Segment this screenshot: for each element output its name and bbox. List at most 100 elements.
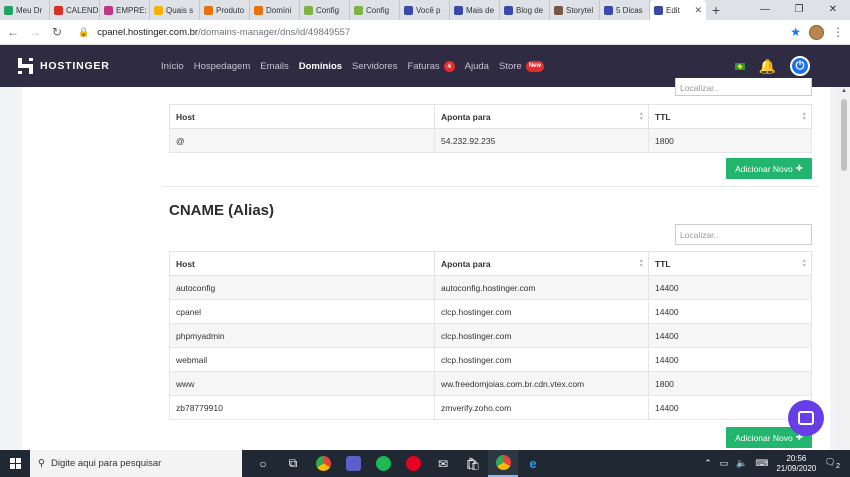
cell-points-to: clcp.hostinger.com <box>434 299 649 324</box>
table-row[interactable]: cpanel clcp.hostinger.com 14400 <box>169 299 812 324</box>
browser-tab[interactable]: Quais s <box>150 0 200 20</box>
table-row[interactable]: zb78779910 zmverify.zoho.com 14400 <box>169 395 812 420</box>
table-header-row: Host Aponta para ▲ ▼ TTL ▲ ▼ <box>169 251 812 276</box>
teams-icon[interactable] <box>338 450 368 477</box>
table-row[interactable]: autoconfig autoconfig.hostinger.com 14400 <box>169 275 812 300</box>
cell-ttl: 14400 <box>648 323 812 348</box>
browser-tab[interactable]: Config <box>300 0 350 20</box>
tray-chevron-icon[interactable]: ⌃ <box>704 458 712 469</box>
browser-tab[interactable]: Blog de <box>500 0 550 20</box>
col-points-to[interactable]: Aponta para ▲ ▼ <box>434 251 649 276</box>
cname-search-input[interactable]: Localizar.. <box>675 224 812 245</box>
menu-kebab-icon[interactable]: ⋮ <box>832 25 844 39</box>
language-icon[interactable]: ⌨ <box>755 458 768 469</box>
internet-explorer-icon[interactable]: e <box>518 450 548 477</box>
tab-label: 5 Dicas <box>616 5 643 15</box>
table-row[interactable]: phpmyadmin clcp.hostinger.com 14400 <box>169 323 812 348</box>
browser-tab[interactable]: Meu Dr <box>0 0 50 20</box>
bell-icon[interactable]: 🔔 <box>759 58 776 75</box>
cell-points-to: autoconfig.hostinger.com <box>434 275 649 300</box>
browser-tab[interactable]: Domíni <box>250 0 300 20</box>
nav-item-dominios[interactable]: Domínios <box>294 61 347 72</box>
browser-tab[interactable]: Produto <box>200 0 250 20</box>
page-scrollbar[interactable]: ▲ <box>838 87 850 450</box>
plus-icon: ✚ <box>795 163 803 173</box>
nav-item-ajuda[interactable]: Ajuda <box>460 61 494 72</box>
chat-button[interactable] <box>788 400 824 436</box>
cell-host: www <box>169 371 435 396</box>
col-host[interactable]: Host <box>169 104 435 129</box>
bookmark-star-icon[interactable]: ★ <box>790 25 801 39</box>
clock-time: 20:56 <box>786 453 807 463</box>
tab-favicon-icon <box>554 5 563 15</box>
col-points-to[interactable]: Aponta para ▲ ▼ <box>434 104 649 129</box>
col-host[interactable]: Host <box>169 251 435 276</box>
cname-section-title: CNAME (Alias) <box>169 202 275 219</box>
tab-favicon-icon <box>104 5 113 15</box>
browser-tab-strip: Meu Dr CALEND EMPRE: Quais s Produto Domíni Co… <box>0 0 850 20</box>
brazil-flag-icon[interactable] <box>734 62 745 70</box>
mail-icon[interactable]: ✉ <box>428 450 458 477</box>
chrome-icon[interactable] <box>308 450 338 477</box>
url-field[interactable]: cpanel.hostinger.com.br/domains-manager/… <box>97 27 782 38</box>
store-icon[interactable]: 🛍 <box>458 450 488 477</box>
nav-item-faturas[interactable]: Faturas 4 <box>402 60 459 72</box>
nav-item-inicio[interactable]: Início <box>156 61 189 72</box>
browser-tab[interactable]: Config <box>350 0 400 20</box>
table-row[interactable]: www ww.freedomjoias.com.br.cdn.vtex.com 18… <box>169 371 812 396</box>
col-ttl[interactable]: TTL ▲ ▼ <box>648 104 812 129</box>
volume-icon[interactable]: 🔈 <box>736 458 747 469</box>
table-row[interactable]: webmail clcp.hostinger.com 14400 <box>169 347 812 372</box>
browser-tab[interactable]: Você p <box>400 0 450 20</box>
taskbar-search[interactable]: ⚲ Digite aqui para pesquisar <box>30 450 242 477</box>
tab-label: Config <box>366 5 390 15</box>
window-controls: — ❐ ✕ <box>748 0 850 20</box>
close-tab-icon[interactable]: ✕ <box>694 5 702 16</box>
browser-tab[interactable]: Mais de <box>450 0 500 20</box>
col-ttl[interactable]: TTL ▲ ▼ <box>648 251 812 276</box>
cell-ttl: 1800 <box>648 371 812 396</box>
scroll-up-icon[interactable]: ▲ <box>838 88 850 94</box>
browser-tab[interactable]: EMPRE: <box>100 0 150 20</box>
start-button[interactable] <box>0 450 30 477</box>
nav-item-servidores[interactable]: Servidores <box>347 61 402 72</box>
forward-icon[interactable]: → <box>28 25 42 39</box>
back-icon[interactable]: ← <box>6 25 20 39</box>
tab-label: Blog de <box>516 5 544 15</box>
nav-item-store[interactable]: Store New <box>494 60 549 72</box>
browser-tab[interactable]: 5 Dicas <box>600 0 650 20</box>
nav-item-emails[interactable]: Emails <box>255 61 294 72</box>
tab-favicon-icon <box>654 5 663 15</box>
lock-icon[interactable]: 🔒 <box>78 27 89 38</box>
pinterest-icon[interactable] <box>398 450 428 477</box>
close-window-icon[interactable]: ✕ <box>816 0 850 20</box>
scrollbar-thumb[interactable] <box>841 99 847 171</box>
hostinger-logo[interactable]: HOSTINGER <box>18 58 138 74</box>
spotify-icon[interactable] <box>368 450 398 477</box>
cell-ttl: 14400 <box>648 299 812 324</box>
network-icon[interactable]: ▭ <box>720 458 729 469</box>
tab-label: Produto <box>216 5 245 15</box>
clock[interactable]: 20:56 21/09/2020 <box>776 454 816 474</box>
notifications-icon[interactable]: 🗨2 <box>824 457 840 470</box>
cortana-icon[interactable]: ○ <box>248 450 278 477</box>
maximize-icon[interactable]: ❐ <box>782 0 816 20</box>
windows-taskbar: ⚲ Digite aqui para pesquisar ○ ⧉ ✉ 🛍 e ⌃… <box>0 450 850 477</box>
tab-favicon-icon <box>254 5 263 15</box>
reload-icon[interactable]: ↻ <box>50 25 64 39</box>
table-row[interactable]: @54.232.92.235 1800 <box>169 128 812 153</box>
browser-tab[interactable]: CALEND <box>50 0 100 20</box>
browser-tab-active[interactable]: Edit ✕ <box>650 0 706 20</box>
browser-tab[interactable]: Storytel <box>550 0 600 20</box>
new-tab-button[interactable]: + <box>706 0 726 20</box>
power-icon[interactable]: ⏻ <box>790 56 810 76</box>
profile-avatar[interactable] <box>809 24 824 40</box>
minimize-icon[interactable]: — <box>748 0 782 20</box>
chrome-active-icon[interactable] <box>488 450 518 477</box>
tab-label: Você p <box>416 5 441 15</box>
a-search-input[interactable]: Localizar.. <box>675 78 812 96</box>
nav-item-hospedagem[interactable]: Hospedagem <box>189 61 256 72</box>
tab-label: Quais s <box>166 5 194 15</box>
add-a-record-button[interactable]: Adicionar Novo ✚ <box>726 158 812 179</box>
task-view-icon[interactable]: ⧉ <box>278 450 308 477</box>
